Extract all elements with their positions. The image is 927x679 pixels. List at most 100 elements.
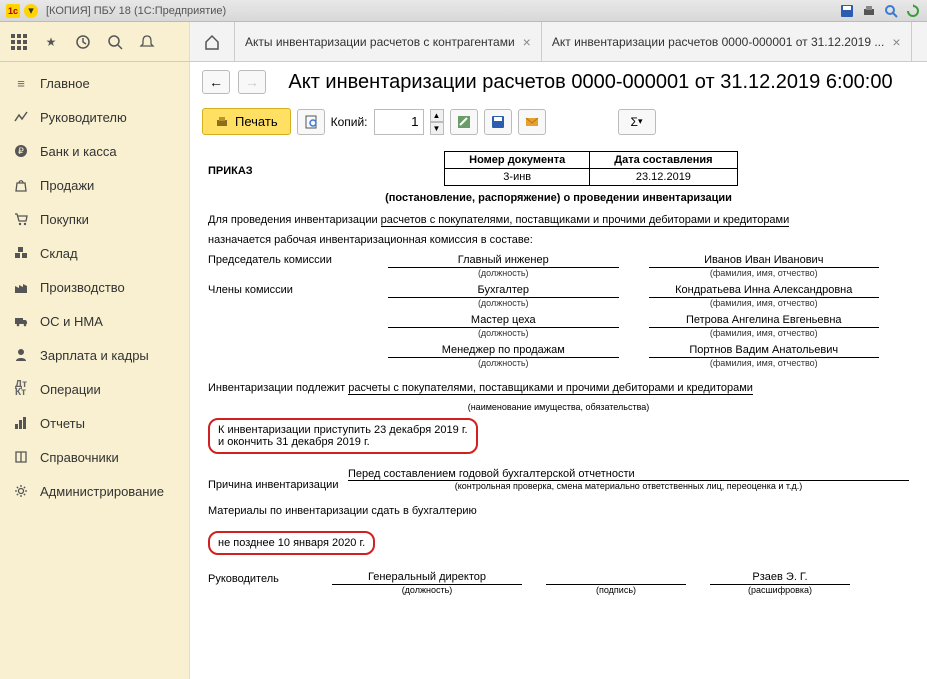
hint: (подпись) (546, 585, 686, 595)
spin-down[interactable]: ▼ (430, 122, 444, 135)
close-icon[interactable]: × (523, 34, 531, 50)
role-value: Главный инженер (388, 254, 619, 268)
commission-member-row: Мастер цеха(должность) Петрова Ангелина … (208, 314, 909, 338)
tab-document[interactable]: Акт инвентаризации расчетов 0000-000001 … (542, 22, 912, 61)
sidebar-item-catalogs[interactable]: Справочники (0, 440, 189, 474)
sidebar-item-reports[interactable]: Отчеты (0, 406, 189, 440)
sidebar-item-sales[interactable]: Продажи (0, 168, 189, 202)
tab-label: Акт инвентаризации расчетов 0000-000001 … (552, 35, 884, 49)
hint: (должность) (332, 585, 522, 595)
hint: (расшифровка) (710, 585, 850, 595)
sidebar-item-label: Покупки (40, 212, 89, 227)
cart-icon (12, 210, 30, 228)
refresh-icon[interactable] (905, 3, 921, 19)
bag-icon (12, 176, 30, 194)
sum-button[interactable]: Σ ▾ (618, 109, 656, 135)
print-icon[interactable] (861, 3, 877, 19)
sidebar-item-main[interactable]: ≡Главное (0, 66, 189, 100)
members-label: Члены комиссии (208, 284, 388, 308)
th-date: Дата составления (590, 152, 737, 169)
close-icon[interactable]: × (892, 34, 900, 50)
save-icon (491, 115, 505, 129)
print-button[interactable]: Печать (202, 108, 291, 135)
factory-icon (12, 278, 30, 296)
dropdown-icon[interactable]: ▾ (24, 4, 38, 18)
head-name: Рзаев Э. Г. (710, 571, 850, 585)
mail-button[interactable] (518, 109, 546, 135)
bell-icon[interactable] (138, 33, 156, 51)
preview-button[interactable] (297, 109, 325, 135)
td-date: 23.12.2019 (590, 169, 737, 186)
truck-icon (12, 312, 30, 330)
copies-spinner: ▲▼ (430, 109, 444, 135)
search-icon[interactable] (883, 3, 899, 19)
tab-list[interactable]: Акты инвентаризации расчетов с контраген… (235, 22, 542, 61)
home-icon (204, 34, 220, 50)
td-num: 3-инв (445, 169, 590, 186)
back-button[interactable]: ← (202, 70, 230, 94)
gear-icon (12, 482, 30, 500)
head-label: Руководитель (208, 571, 308, 595)
sidebar-item-label: Банк и касса (40, 144, 117, 159)
document-body: ПРИКАЗ Номер документаДата составления 3… (202, 149, 915, 597)
search-icon[interactable] (106, 33, 124, 51)
ruble-icon: ₽ (12, 142, 30, 160)
tabs: Акты инвентаризации расчетов с контраген… (190, 22, 927, 61)
sidebar-item-production[interactable]: Производство (0, 270, 189, 304)
star-icon[interactable]: ★ (42, 33, 60, 51)
forward-button[interactable]: → (238, 70, 266, 94)
copies-input[interactable] (374, 109, 424, 135)
save-button[interactable] (484, 109, 512, 135)
sidebar-item-admin[interactable]: Администрирование (0, 474, 189, 508)
reason-row: Причина инвентаризации Перед составление… (208, 468, 909, 491)
history-icon[interactable] (74, 33, 92, 51)
sidebar-item-manager[interactable]: Руководителю (0, 100, 189, 134)
ops-icon: ДтКт (12, 380, 30, 398)
commission-member-row: Члены комиссии Бухгалтер(должность) Конд… (208, 284, 909, 308)
signature-line (546, 571, 686, 585)
page-title: Акт инвентаризации расчетов 0000-000001 … (266, 71, 915, 94)
reason-value: Перед составлением годовой бухгалтерской… (348, 468, 909, 481)
person-icon (12, 346, 30, 364)
sidebar-item-label: Операции (40, 382, 101, 397)
intro-line2: назначается рабочая инвентаризационная к… (208, 234, 909, 246)
deliver-line: Материалы по инвентаризации сдать в бухг… (208, 505, 909, 517)
sidebar-item-label: Администрирование (40, 484, 164, 499)
sidebar-item-operations[interactable]: ДтКт Операции (0, 372, 189, 406)
sidebar-item-label: Зарплата и кадры (40, 348, 149, 363)
reason-label: Причина инвентаризации (208, 479, 348, 491)
sidebar-item-bank[interactable]: ₽ Банк и касса (0, 134, 189, 168)
sidebar-item-label: Продажи (40, 178, 94, 193)
hint: (фамилия, имя, отчество) (649, 298, 880, 308)
name-value: Портнов Вадим Анатольевич (649, 344, 880, 358)
print-icon (215, 115, 229, 129)
print-label: Печать (235, 114, 278, 129)
apps-icon[interactable] (10, 33, 28, 51)
sidebar-item-assets[interactable]: ОС и НМА (0, 304, 189, 338)
spin-up[interactable]: ▲ (430, 109, 444, 122)
main-toolbar: ★ Акты инвентаризации расчетов с контраг… (0, 22, 927, 62)
save-icon[interactable] (839, 3, 855, 19)
menu-icon: ≡ (12, 74, 30, 92)
app-1c-icon: 1c (6, 4, 20, 18)
sidebar-item-salary[interactable]: Зарплата и кадры (0, 338, 189, 372)
hint: (должность) (388, 328, 619, 338)
sidebar-item-purchases[interactable]: Покупки (0, 202, 189, 236)
reason-hint: (контрольная проверка, смена материально… (348, 481, 909, 491)
sidebar-item-warehouse[interactable]: Склад (0, 236, 189, 270)
name-value: Петрова Ангелина Евгеньевна (649, 314, 880, 328)
mail-icon (525, 115, 539, 129)
callout-period: К инвентаризации приступить 23 декабря 2… (208, 418, 478, 454)
sidebar-item-label: ОС и НМА (40, 314, 103, 329)
order-subtitle: (постановление, распоряжение) о проведен… (208, 192, 909, 204)
head-role: Генеральный директор (332, 571, 522, 585)
role-value: Бухгалтер (388, 284, 619, 298)
hint: (фамилия, имя, отчество) (649, 328, 880, 338)
tab-home[interactable] (190, 22, 235, 61)
edit-button[interactable] (450, 109, 478, 135)
titlebar: 1c ▾ [КОПИЯ] ПБУ 18 (1С:Предприятие) (0, 0, 927, 22)
th-num: Номер документа (445, 152, 590, 169)
intro-line: Для проведения инвентаризации расчетов с… (208, 214, 909, 226)
sidebar-item-label: Отчеты (40, 416, 85, 431)
sidebar-item-label: Справочники (40, 450, 119, 465)
